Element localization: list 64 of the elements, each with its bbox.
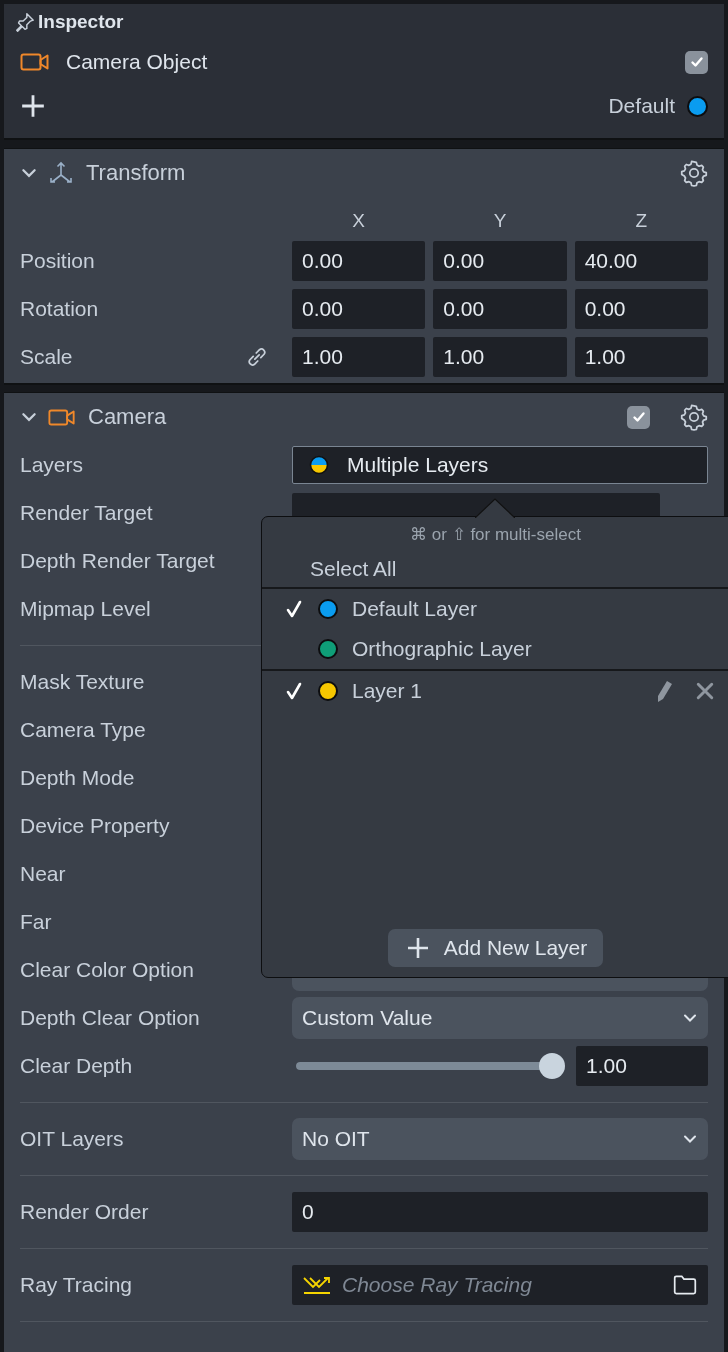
dropdown[interactable]: Custom Value bbox=[292, 997, 708, 1039]
number-field[interactable]: 0.00 bbox=[292, 289, 426, 329]
number-field[interactable]: 1.00 bbox=[576, 1046, 708, 1086]
property-label: Layers bbox=[20, 453, 85, 477]
camera-icon bbox=[48, 407, 76, 427]
property-label: Depth Clear Option bbox=[20, 1006, 201, 1030]
section-title[interactable]: Transform bbox=[86, 160, 186, 186]
panel-title: Inspector bbox=[38, 11, 124, 33]
settings-icon[interactable] bbox=[680, 403, 708, 431]
property-label: Rotation bbox=[20, 297, 99, 321]
enabled-checkbox[interactable] bbox=[627, 405, 650, 429]
folder-icon[interactable] bbox=[672, 1272, 698, 1298]
axes-icon bbox=[48, 160, 74, 186]
layer-item[interactable]: Default Layer bbox=[352, 597, 477, 621]
number-field[interactable]: 1.00 bbox=[433, 337, 567, 377]
layer-item[interactable]: Layer 1 bbox=[352, 679, 423, 703]
number-field[interactable]: 1.00 bbox=[574, 337, 708, 377]
layer-label[interactable]: Default bbox=[608, 94, 675, 118]
settings-icon[interactable] bbox=[680, 159, 708, 187]
property-label: Near bbox=[20, 862, 67, 886]
select-all-item[interactable]: Select All bbox=[262, 551, 397, 587]
property-label: Clear Color Option bbox=[20, 958, 195, 982]
dropdown[interactable]: No OIT bbox=[292, 1118, 708, 1160]
property-label: OIT Layers bbox=[20, 1127, 125, 1151]
property-label: Depth Render Target bbox=[20, 549, 216, 573]
number-field[interactable]: 0.00 bbox=[433, 289, 567, 329]
check-icon bbox=[688, 54, 705, 70]
number-field[interactable]: 0.00 bbox=[433, 241, 567, 281]
property-label: Mask Texture bbox=[20, 670, 146, 694]
property-label: Device Property bbox=[20, 814, 171, 838]
layers-dropdown[interactable]: Multiple Layers bbox=[292, 446, 708, 484]
property-label: Render Order bbox=[20, 1200, 150, 1224]
layer-item[interactable]: Orthographic Layer bbox=[352, 637, 532, 661]
property-label: Ray Tracing bbox=[20, 1273, 134, 1297]
number-field[interactable]: 0 bbox=[292, 1192, 708, 1232]
object-name: Camera Object bbox=[66, 50, 208, 74]
camera-icon bbox=[20, 52, 50, 72]
number-field[interactable]: 40.00 bbox=[574, 241, 708, 281]
property-label: Render Target bbox=[20, 501, 154, 525]
property-label: Scale bbox=[20, 345, 73, 369]
enabled-checkbox[interactable] bbox=[685, 50, 708, 74]
property-label: Clear Depth bbox=[20, 1054, 134, 1078]
property-label: Position bbox=[20, 249, 95, 273]
layers-icon bbox=[309, 455, 329, 475]
number-field[interactable]: 1.00 bbox=[292, 337, 426, 377]
property-label: Camera Type bbox=[20, 718, 147, 742]
property-label: Mipmap Level bbox=[20, 597, 152, 621]
file-field[interactable]: Choose Ray Tracing bbox=[292, 1265, 708, 1305]
axis-label: X bbox=[351, 210, 366, 232]
section-title[interactable]: Camera bbox=[88, 404, 167, 430]
number-field[interactable]: 0.00 bbox=[574, 289, 708, 329]
add-icon[interactable] bbox=[20, 93, 46, 119]
check-icon bbox=[630, 409, 647, 425]
hint-text: ⌘ or ⇧ for multi-select bbox=[409, 523, 582, 546]
add-layer-button[interactable]: Add New Layer bbox=[387, 929, 604, 967]
property-label: Far bbox=[20, 910, 53, 934]
number-field[interactable]: 0.00 bbox=[292, 241, 426, 281]
add-icon bbox=[405, 936, 430, 960]
axis-label: Z bbox=[634, 210, 649, 232]
property-label: Depth Mode bbox=[20, 766, 136, 790]
slider-thumb[interactable] bbox=[539, 1053, 565, 1079]
axis-label: Y bbox=[492, 210, 508, 232]
pin-icon[interactable] bbox=[14, 11, 36, 33]
close-icon[interactable] bbox=[696, 682, 714, 700]
